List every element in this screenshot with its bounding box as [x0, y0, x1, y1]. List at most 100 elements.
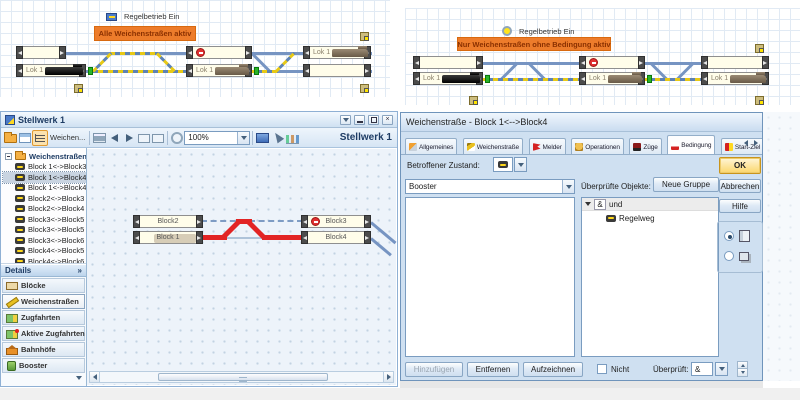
- block-element[interactable]: Lok 1: [16, 64, 86, 77]
- back-icon[interactable]: [108, 132, 121, 144]
- signal-icon[interactable]: [360, 32, 369, 41]
- collapse-expander-icon[interactable]: [5, 153, 12, 160]
- block-element[interactable]: Lok 1: [186, 64, 252, 77]
- panel-view-icon[interactable]: [19, 133, 31, 143]
- tree-item[interactable]: Block4<->Block5: [3, 246, 86, 257]
- details-header[interactable]: Details »: [1, 264, 86, 277]
- block-element[interactable]: Block 1: [133, 231, 203, 244]
- expanded-icon[interactable]: [585, 202, 591, 206]
- sidebar-item-zugfahrten[interactable]: Zugfahrten: [2, 310, 85, 325]
- horizontal-scrollbar[interactable]: [89, 371, 394, 383]
- tree-view-icon-selected[interactable]: [32, 130, 48, 146]
- block-element[interactable]: Lok 1: [413, 72, 483, 85]
- help-button[interactable]: Hilfe: [719, 199, 761, 213]
- tab-zuege[interactable]: Züge: [629, 138, 661, 155]
- maximize-button[interactable]: [368, 115, 379, 125]
- block-element[interactable]: [16, 46, 66, 59]
- inspect-icon[interactable]: [171, 132, 183, 144]
- collapse-pane-icon[interactable]: »: [78, 266, 82, 275]
- signal-icon[interactable]: [360, 84, 369, 93]
- block-element[interactable]: Block2: [133, 215, 203, 228]
- tree-item[interactable]: Block3<->Block5: [3, 214, 86, 225]
- tree-item[interactable]: Block 1<->Block3: [3, 162, 86, 173]
- block-element[interactable]: Block4: [301, 231, 371, 244]
- remove-button[interactable]: Entfernen: [467, 362, 519, 377]
- scrollbar-thumb[interactable]: [158, 373, 328, 381]
- sidebar-item-aktive-zugfahrten[interactable]: Aktive Zugfahrten: [2, 326, 85, 341]
- stellwerk-canvas[interactable]: Block2 Block3 Block 1 Block4: [87, 148, 397, 386]
- tree-item[interactable]: Block2<->Block3: [3, 193, 86, 204]
- tab-melder[interactable]: Melder: [529, 138, 566, 155]
- block-element[interactable]: Lok 1: [701, 72, 769, 85]
- tab-bedingung-active[interactable]: Bedingung: [667, 135, 715, 155]
- operator-dropdown-button[interactable]: [715, 362, 728, 376]
- single-view-radio[interactable]: [724, 231, 734, 241]
- multi-view-radio[interactable]: [724, 251, 734, 261]
- dialog-titlebar[interactable]: Weichenstraße - Block 1<-->Block4: [401, 113, 762, 132]
- record-button[interactable]: Aufzeichnen: [523, 362, 583, 377]
- sidebar-item-weichenstrassen[interactable]: Weichenstraßen: [2, 294, 85, 309]
- spinner-up-button[interactable]: [737, 361, 748, 369]
- zoom-dropdown-button[interactable]: [237, 132, 249, 144]
- forward-icon[interactable]: [123, 132, 136, 144]
- block-element[interactable]: [413, 56, 483, 69]
- not-checkbox[interactable]: [597, 364, 607, 374]
- tab-scroll-right-icon[interactable]: [754, 140, 758, 146]
- state-icon-box[interactable]: [493, 157, 513, 172]
- count-spinner[interactable]: [737, 361, 748, 377]
- add-button[interactable]: Hinzufügen: [405, 362, 463, 377]
- operator-combobox[interactable]: &: [691, 362, 713, 376]
- block-element[interactable]: Lok 1: [303, 46, 371, 59]
- tree-root[interactable]: Weichenstraßen: [3, 151, 86, 162]
- signal-icon[interactable]: [469, 96, 478, 105]
- scroll-left-button[interactable]: [90, 372, 100, 382]
- condition-item[interactable]: Regelweg: [582, 211, 718, 225]
- block-element[interactable]: [186, 46, 252, 59]
- block-element[interactable]: [303, 64, 371, 77]
- tree-item[interactable]: Block 1<->Block4: [3, 183, 86, 194]
- signal-icon[interactable]: [755, 96, 764, 105]
- block-element[interactable]: Lok 1: [579, 72, 645, 85]
- open-folder-icon[interactable]: [4, 134, 17, 143]
- block-element[interactable]: [579, 56, 645, 69]
- condition-tree[interactable]: & und Regelweg: [581, 197, 719, 357]
- more-items-icon[interactable]: [76, 376, 82, 380]
- signal-icon[interactable]: [74, 84, 83, 93]
- minimize-button[interactable]: [354, 115, 365, 125]
- cancel-button[interactable]: Abbrechen: [719, 179, 761, 193]
- regelbetrieb-lamp-icon[interactable]: [502, 26, 512, 36]
- state-icon-dropdown-button[interactable]: [514, 157, 527, 172]
- tab-allgemeines[interactable]: Allgemeines: [405, 138, 457, 155]
- sidebar-item-bloecke[interactable]: Blöcke: [2, 278, 85, 293]
- statistics-icon[interactable]: [286, 133, 299, 144]
- signal-icon[interactable]: [755, 44, 764, 53]
- edit-mode-icon[interactable]: [256, 133, 269, 143]
- tree-item[interactable]: Block3<->Block5: [3, 225, 86, 236]
- close-button[interactable]: ×: [382, 115, 393, 125]
- view-mode-icon[interactable]: [138, 134, 150, 143]
- zoom-combobox[interactable]: 100%: [184, 131, 250, 145]
- sidebar-item-booster[interactable]: Booster: [2, 358, 85, 373]
- sidebar-item-bahnhoefe[interactable]: Bahnhöfe: [2, 342, 85, 357]
- ok-button[interactable]: OK: [719, 157, 761, 174]
- block-element[interactable]: Block3: [301, 215, 371, 228]
- switch-diagonal[interactable]: [370, 237, 392, 256]
- tab-operationen[interactable]: Operationen: [571, 138, 624, 155]
- tree-item[interactable]: Block3<->Block6: [3, 235, 86, 246]
- view-mode2-icon[interactable]: [152, 134, 164, 143]
- operator-row[interactable]: & und: [582, 198, 718, 211]
- tree-item-selected[interactable]: Block 1<->Block4: [3, 172, 86, 183]
- left-pane-tab-label[interactable]: Weichen...: [50, 133, 85, 142]
- state-listbox[interactable]: [405, 197, 575, 357]
- stellwerk-titlebar[interactable]: Stellwerk 1 ×: [1, 112, 397, 128]
- new-group-button[interactable]: Neue Gruppe: [653, 177, 719, 192]
- print-icon[interactable]: [93, 133, 106, 143]
- scroll-right-button[interactable]: [383, 372, 393, 382]
- tab-weichenstrasse[interactable]: Weichenstraße: [463, 138, 523, 155]
- pointer-icon[interactable]: [271, 132, 284, 144]
- state-combobox[interactable]: Booster: [405, 179, 575, 194]
- tree-item[interactable]: Block2<->Block4: [3, 204, 86, 215]
- window-menu-button[interactable]: [340, 115, 351, 125]
- regelbetrieb-toggle-icon[interactable]: [106, 13, 117, 21]
- block-element[interactable]: [701, 56, 769, 69]
